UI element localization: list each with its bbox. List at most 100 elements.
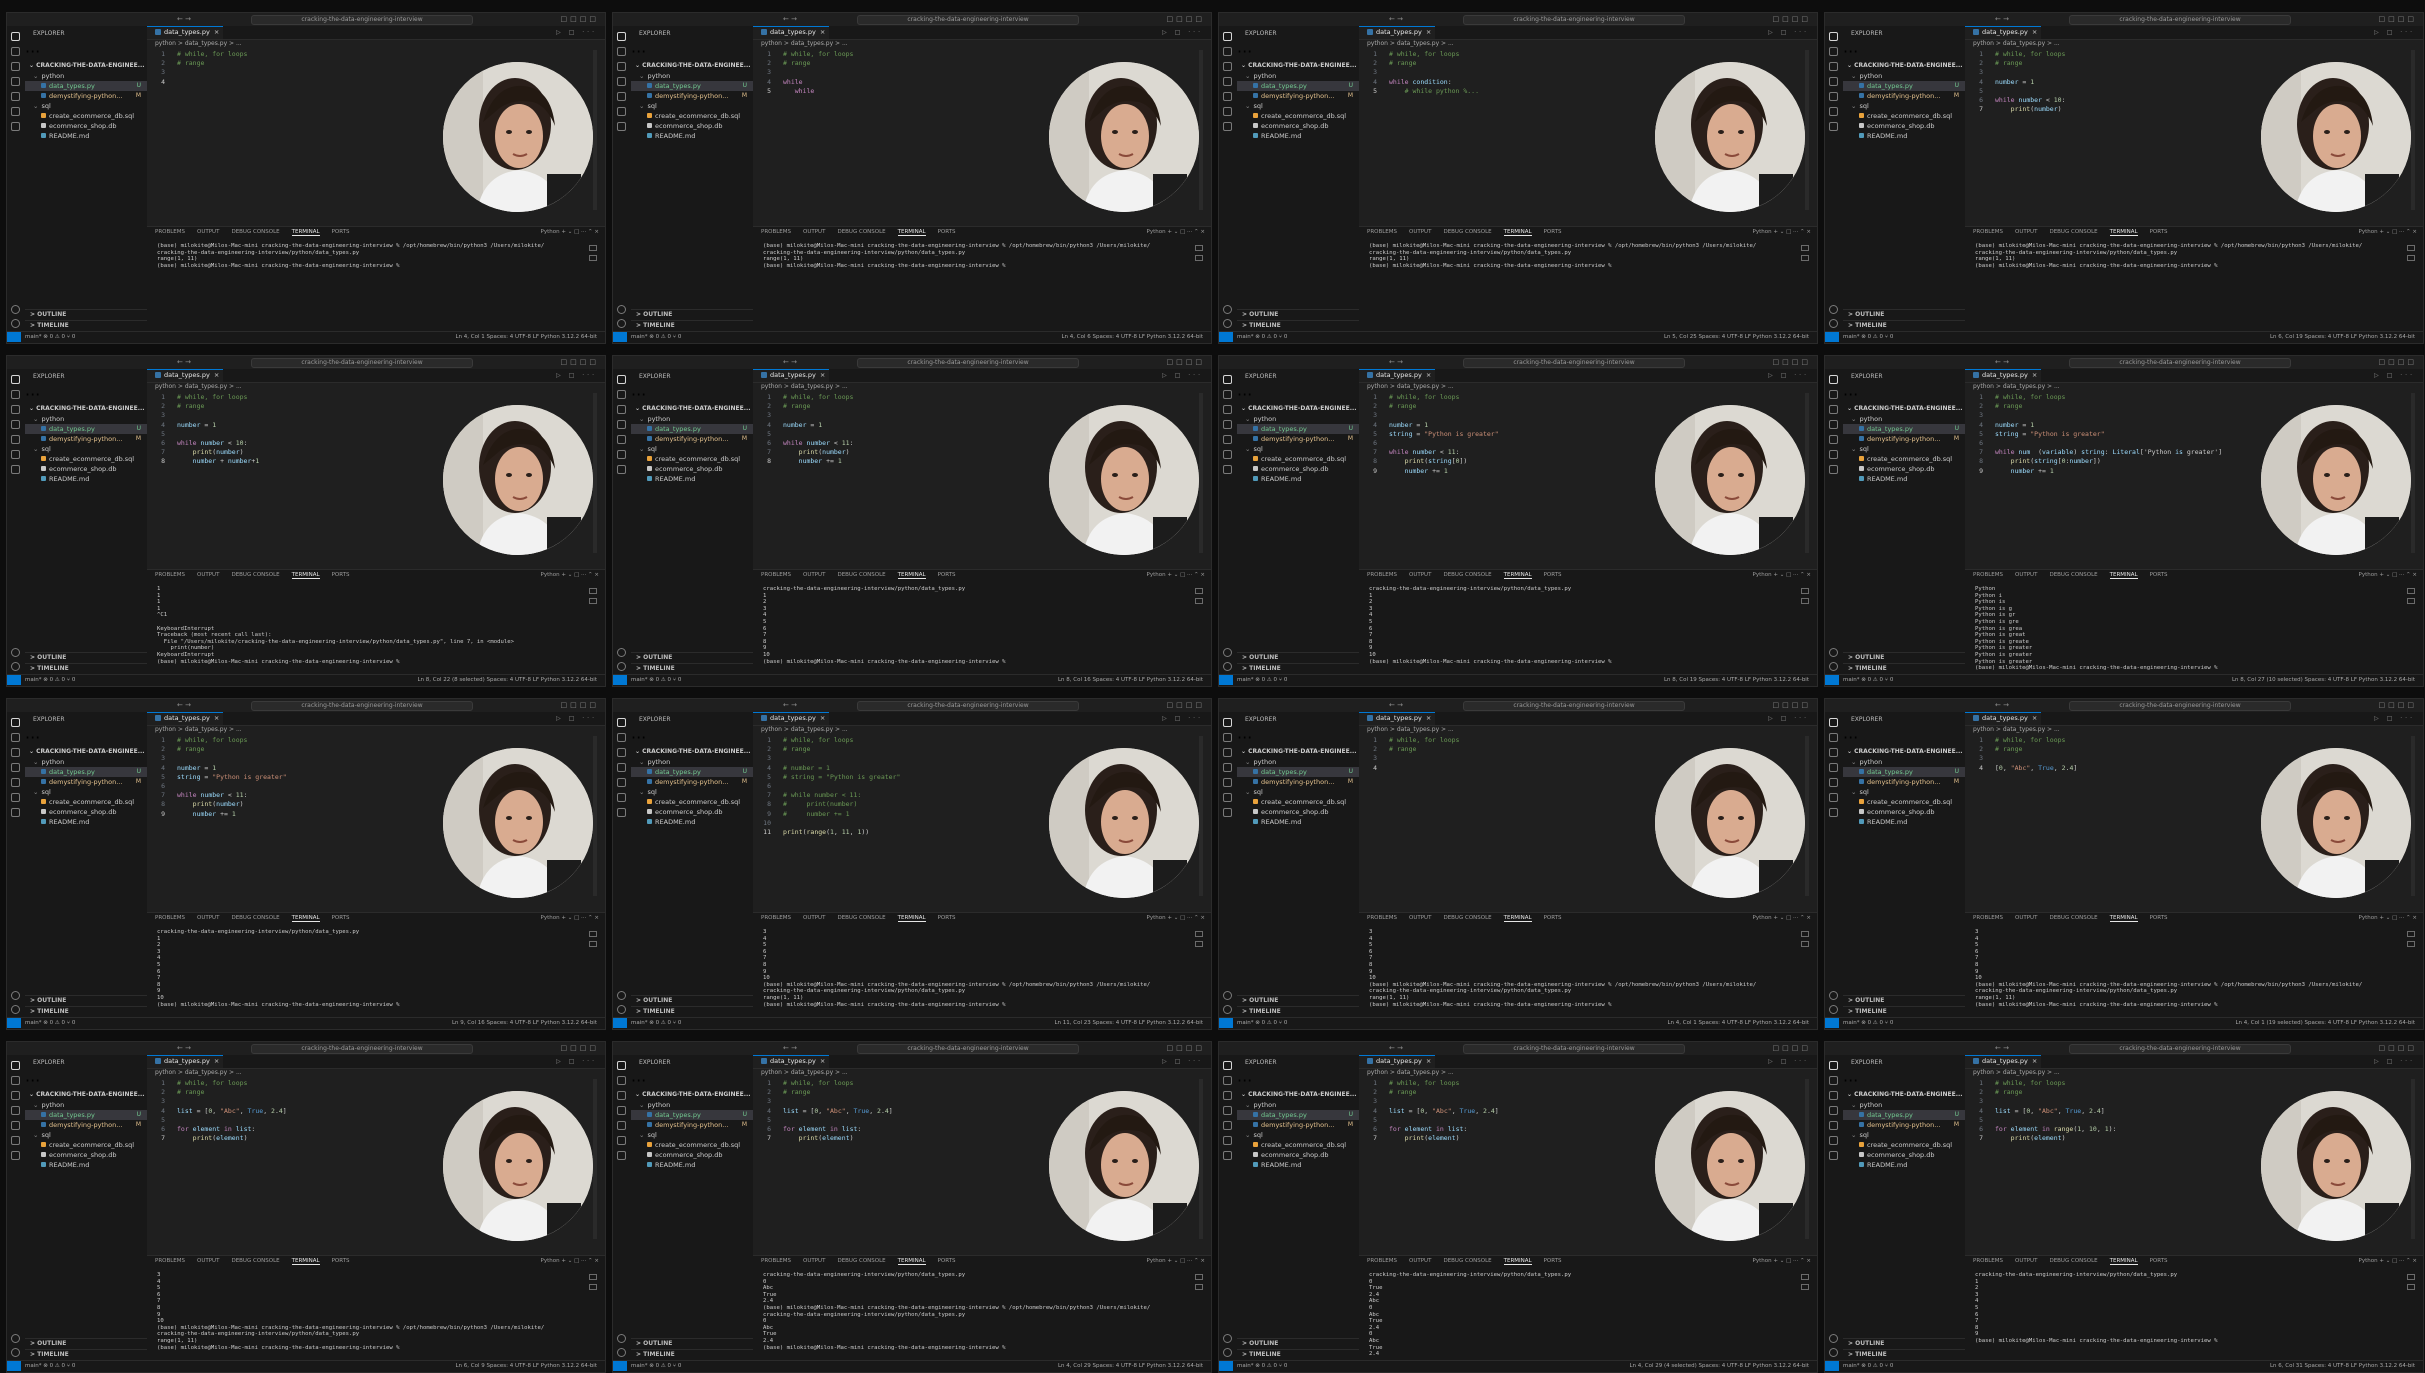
run-debug-icon[interactable] [1829, 1106, 1838, 1115]
source-control-icon[interactable] [1829, 405, 1838, 414]
file-tree-item[interactable]: ⌄ python [1843, 414, 1965, 424]
gear-icon[interactable] [1829, 662, 1838, 671]
file-tree-item[interactable]: demystifying-python... M [1843, 777, 1965, 787]
timeline-section[interactable]: > TIMELINE [25, 320, 147, 331]
layout-toggle-icons[interactable]: □□□□ [1167, 1044, 1205, 1052]
panel-tab-problems[interactable]: PROBLEMS [761, 1258, 791, 1264]
search-icon[interactable] [617, 390, 626, 399]
terminal-output[interactable]: (base) milokite@Milos-Mac-mini cracking-… [157, 243, 575, 328]
file-tree-item[interactable]: ⌄ python [1237, 757, 1359, 767]
terminal-output[interactable]: cracking-the-data-engineering-interview/… [763, 586, 1181, 671]
terminal-instance-icon[interactable] [589, 1284, 597, 1290]
terminal-instance-icon[interactable] [1801, 245, 1809, 251]
run-debug-icon[interactable] [1829, 763, 1838, 772]
file-tree-item[interactable]: ⌄ sql [1843, 444, 1965, 454]
testing-icon[interactable] [1829, 1151, 1838, 1160]
file-tree-item[interactable]: demystifying-python... M [631, 1120, 753, 1130]
search-icon[interactable] [11, 390, 20, 399]
cursor-position[interactable]: Ln 6, Col 31 [2270, 1363, 2303, 1369]
outline-section[interactable]: > OUTLINE [1843, 652, 1965, 663]
extensions-icon[interactable] [1223, 92, 1232, 101]
panel-tab-output[interactable]: OUTPUT [2015, 229, 2037, 235]
file-tree-item[interactable]: README.md [1237, 131, 1359, 141]
branch-indicator[interactable]: main* [1237, 677, 1254, 683]
panel-tab-problems[interactable]: PROBLEMS [1367, 229, 1397, 235]
gear-icon[interactable] [1223, 662, 1232, 671]
status-language[interactable]: Python [1147, 677, 1166, 683]
timeline-section[interactable]: > TIMELINE [25, 663, 147, 674]
branch-indicator[interactable]: main* [631, 1363, 648, 1369]
timeline-section[interactable]: > TIMELINE [1237, 1006, 1359, 1017]
editor-actions[interactable]: ▷ □ ··· [2374, 29, 2415, 36]
terminal-instance-icon[interactable] [1195, 1284, 1203, 1290]
ports-indicator[interactable]: ⑂ 0 [1885, 1363, 1894, 1369]
testing-icon[interactable] [11, 122, 20, 131]
status-language[interactable]: Python [2359, 1020, 2378, 1026]
file-tree-item[interactable]: ecommerce_shop.db [1843, 121, 1965, 131]
window-controls[interactable] [1830, 1045, 1856, 1060]
nav-arrows[interactable]: ← → [1389, 701, 1403, 709]
testing-icon[interactable] [1223, 122, 1232, 131]
cursor-position[interactable]: Ln 8, Col 16 [1058, 677, 1091, 683]
window-controls[interactable] [1830, 16, 1856, 31]
source-control-icon[interactable] [1223, 1091, 1232, 1100]
nav-arrows[interactable]: ← → [1389, 358, 1403, 366]
panel-actions[interactable]: Python + ⌄ □ ··· ⌃ × [1147, 229, 1205, 235]
remote-indicator[interactable] [1219, 675, 1233, 685]
minimap[interactable] [2411, 50, 2415, 210]
file-tree-item[interactable]: data_types.py U [1843, 81, 1965, 91]
remote-indicator[interactable] [1219, 1018, 1233, 1028]
nav-arrows[interactable]: ← → [177, 701, 191, 709]
file-tree-item[interactable]: demystifying-python... M [1237, 1120, 1359, 1130]
remote-indicator[interactable] [613, 675, 627, 685]
close-tab-icon[interactable]: × [214, 371, 219, 379]
status-encoding[interactable]: UTF-8 [515, 1020, 531, 1026]
panel-tab-terminal[interactable]: TERMINAL [897, 915, 926, 922]
tab-data-types[interactable]: data_types.py × [1965, 369, 2041, 382]
ports-indicator[interactable]: ⑂ 0 [673, 334, 682, 340]
project-folder[interactable]: ⌄ CRACKING-THE-DATA-ENGINEE... [1237, 61, 1359, 71]
file-tree-item[interactable]: create_ecommerce_db.sql [1237, 454, 1359, 464]
testing-icon[interactable] [617, 465, 626, 474]
timeline-section[interactable]: > TIMELINE [631, 663, 753, 674]
close-tab-icon[interactable]: × [2032, 371, 2037, 379]
status-interpreter[interactable]: 3.12.2 64-bit [1774, 677, 1809, 683]
remote-indicator[interactable] [1825, 1018, 1839, 1028]
account-icon[interactable] [617, 1334, 626, 1343]
editor-actions[interactable]: ▷ □ ··· [556, 1058, 597, 1065]
terminal-instance-icon[interactable] [1801, 598, 1809, 604]
account-icon[interactable] [11, 648, 20, 657]
status-eol[interactable]: LF [2351, 1363, 2357, 1369]
search-icon[interactable] [11, 733, 20, 742]
panel-tab-debug-console[interactable]: DEBUG CONSOLE [837, 1258, 885, 1264]
close-tab-icon[interactable]: × [1426, 1057, 1431, 1065]
extensions-icon[interactable] [617, 1121, 626, 1130]
file-tree-item[interactable]: ⌄ sql [631, 444, 753, 454]
problems-indicator[interactable]: ⊗ 0 ⚠ 0 [43, 334, 65, 340]
status-eol[interactable]: LF [1139, 1363, 1145, 1369]
close-tab-icon[interactable]: × [2032, 28, 2037, 36]
status-encoding[interactable]: UTF-8 [1727, 1363, 1743, 1369]
breadcrumb[interactable]: python > data_types.py > ... [761, 40, 848, 47]
problems-indicator[interactable]: ⊗ 0 ⚠ 0 [43, 1363, 65, 1369]
testing-icon[interactable] [1829, 465, 1838, 474]
terminal-instance-icon[interactable] [2407, 588, 2415, 594]
extensions-icon[interactable] [1223, 778, 1232, 787]
window-controls[interactable] [12, 702, 38, 717]
file-tree-item[interactable]: README.md [1843, 131, 1965, 141]
terminal-instance-icon[interactable] [589, 931, 597, 937]
file-tree-item[interactable]: ⌄ sql [25, 444, 147, 454]
source-control-icon[interactable] [1829, 62, 1838, 71]
nav-arrows[interactable]: ← → [177, 15, 191, 23]
account-icon[interactable] [617, 991, 626, 1000]
outline-section[interactable]: > OUTLINE [1843, 995, 1965, 1006]
status-encoding[interactable]: UTF-8 [1121, 677, 1137, 683]
panel-tab-terminal[interactable]: TERMINAL [2109, 229, 2138, 236]
terminal-instance-icon[interactable] [2407, 1274, 2415, 1280]
file-tree-item[interactable]: ⌄ python [1843, 1100, 1965, 1110]
panel-tab-terminal[interactable]: TERMINAL [897, 572, 926, 579]
nav-arrows[interactable]: ← → [1995, 1044, 2009, 1052]
gear-icon[interactable] [617, 1005, 626, 1014]
file-tree-item[interactable]: README.md [631, 817, 753, 827]
panel-tab-problems[interactable]: PROBLEMS [155, 229, 185, 235]
